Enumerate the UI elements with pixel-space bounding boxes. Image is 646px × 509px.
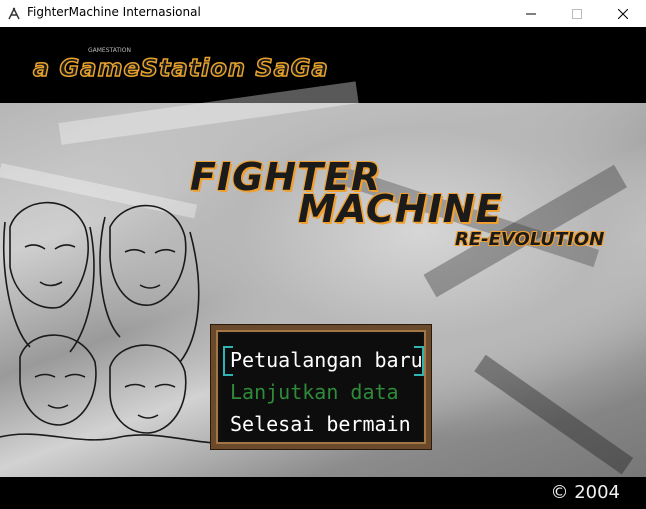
logo-re-evolution: RE-EVOLUTION: [455, 229, 605, 250]
app-window: FighterMachine Internasional GAMESTATION…: [0, 0, 646, 509]
window-title: FighterMachine Internasional: [27, 5, 201, 19]
close-icon: [618, 8, 628, 19]
minimize-button[interactable]: [508, 0, 554, 27]
minimize-icon: [526, 13, 536, 14]
menu-panel: Petualangan baru Lanjutkan data Selesai …: [220, 334, 424, 440]
game-screen[interactable]: GAMESTATION a GameStation SaGa FIGHTER M…: [0, 27, 646, 509]
logo-machine: MACHINE: [298, 187, 503, 231]
brand-logo: a GameStation SaGa: [32, 53, 329, 83]
maximize-icon: [572, 8, 582, 19]
main-menu: Petualangan baru Lanjutkan data Selesai …: [211, 325, 431, 449]
menu-item-new-adventure[interactable]: Petualangan baru: [230, 348, 423, 372]
copyright-text: © 2004: [550, 482, 620, 503]
art-streak: [474, 354, 634, 475]
brand-small-text: GAMESTATION: [88, 47, 132, 54]
character-sketches: [0, 201, 230, 444]
bottom-banner: © 2004: [0, 477, 646, 509]
maximize-button[interactable]: [554, 0, 600, 27]
title-bar[interactable]: FighterMachine Internasional: [0, 0, 646, 27]
close-button[interactable]: [600, 0, 646, 27]
menu-item-continue[interactable]: Lanjutkan data: [230, 380, 399, 404]
menu-item-quit[interactable]: Selesai bermain: [230, 412, 411, 436]
app-icon: [8, 7, 20, 20]
